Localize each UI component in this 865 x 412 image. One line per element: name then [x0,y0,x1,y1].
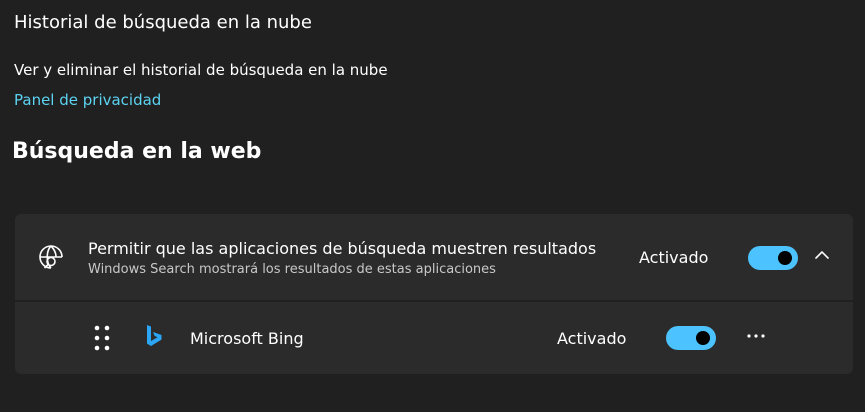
toggle-knob [778,251,792,265]
chevron-up-icon[interactable] [811,244,833,266]
more-options-icon[interactable] [743,324,769,348]
search-settings-page: Historial de búsqueda en la nube Ver y e… [0,0,865,412]
setting-subtitle: Windows Search mostrará los resultados d… [88,262,496,277]
app-row-microsoft-bing[interactable]: Microsoft Bing Activado [15,302,853,374]
allow-search-apps-toggle[interactable] [748,246,798,270]
bing-icon [147,325,162,346]
web-search-section-title: Búsqueda en la web [12,139,262,164]
allow-search-apps-setting[interactable]: Permitir que las aplicaciones de búsqued… [15,214,853,300]
cloud-history-title: Historial de búsqueda en la nube [14,12,312,33]
setting-title: Permitir que las aplicaciones de búsqued… [88,239,597,258]
privacy-dashboard-link[interactable]: Panel de privacidad [14,91,161,109]
app-name: Microsoft Bing [190,329,304,348]
globe-search-icon [39,245,63,269]
microsoft-bing-toggle[interactable] [666,326,716,350]
setting-status-label: Activado [639,248,709,267]
drag-handle-icon[interactable] [91,324,113,352]
toggle-knob [696,331,710,345]
cloud-history-description: Ver y eliminar el historial de búsqueda … [14,61,388,79]
app-status-label: Activado [557,329,627,348]
